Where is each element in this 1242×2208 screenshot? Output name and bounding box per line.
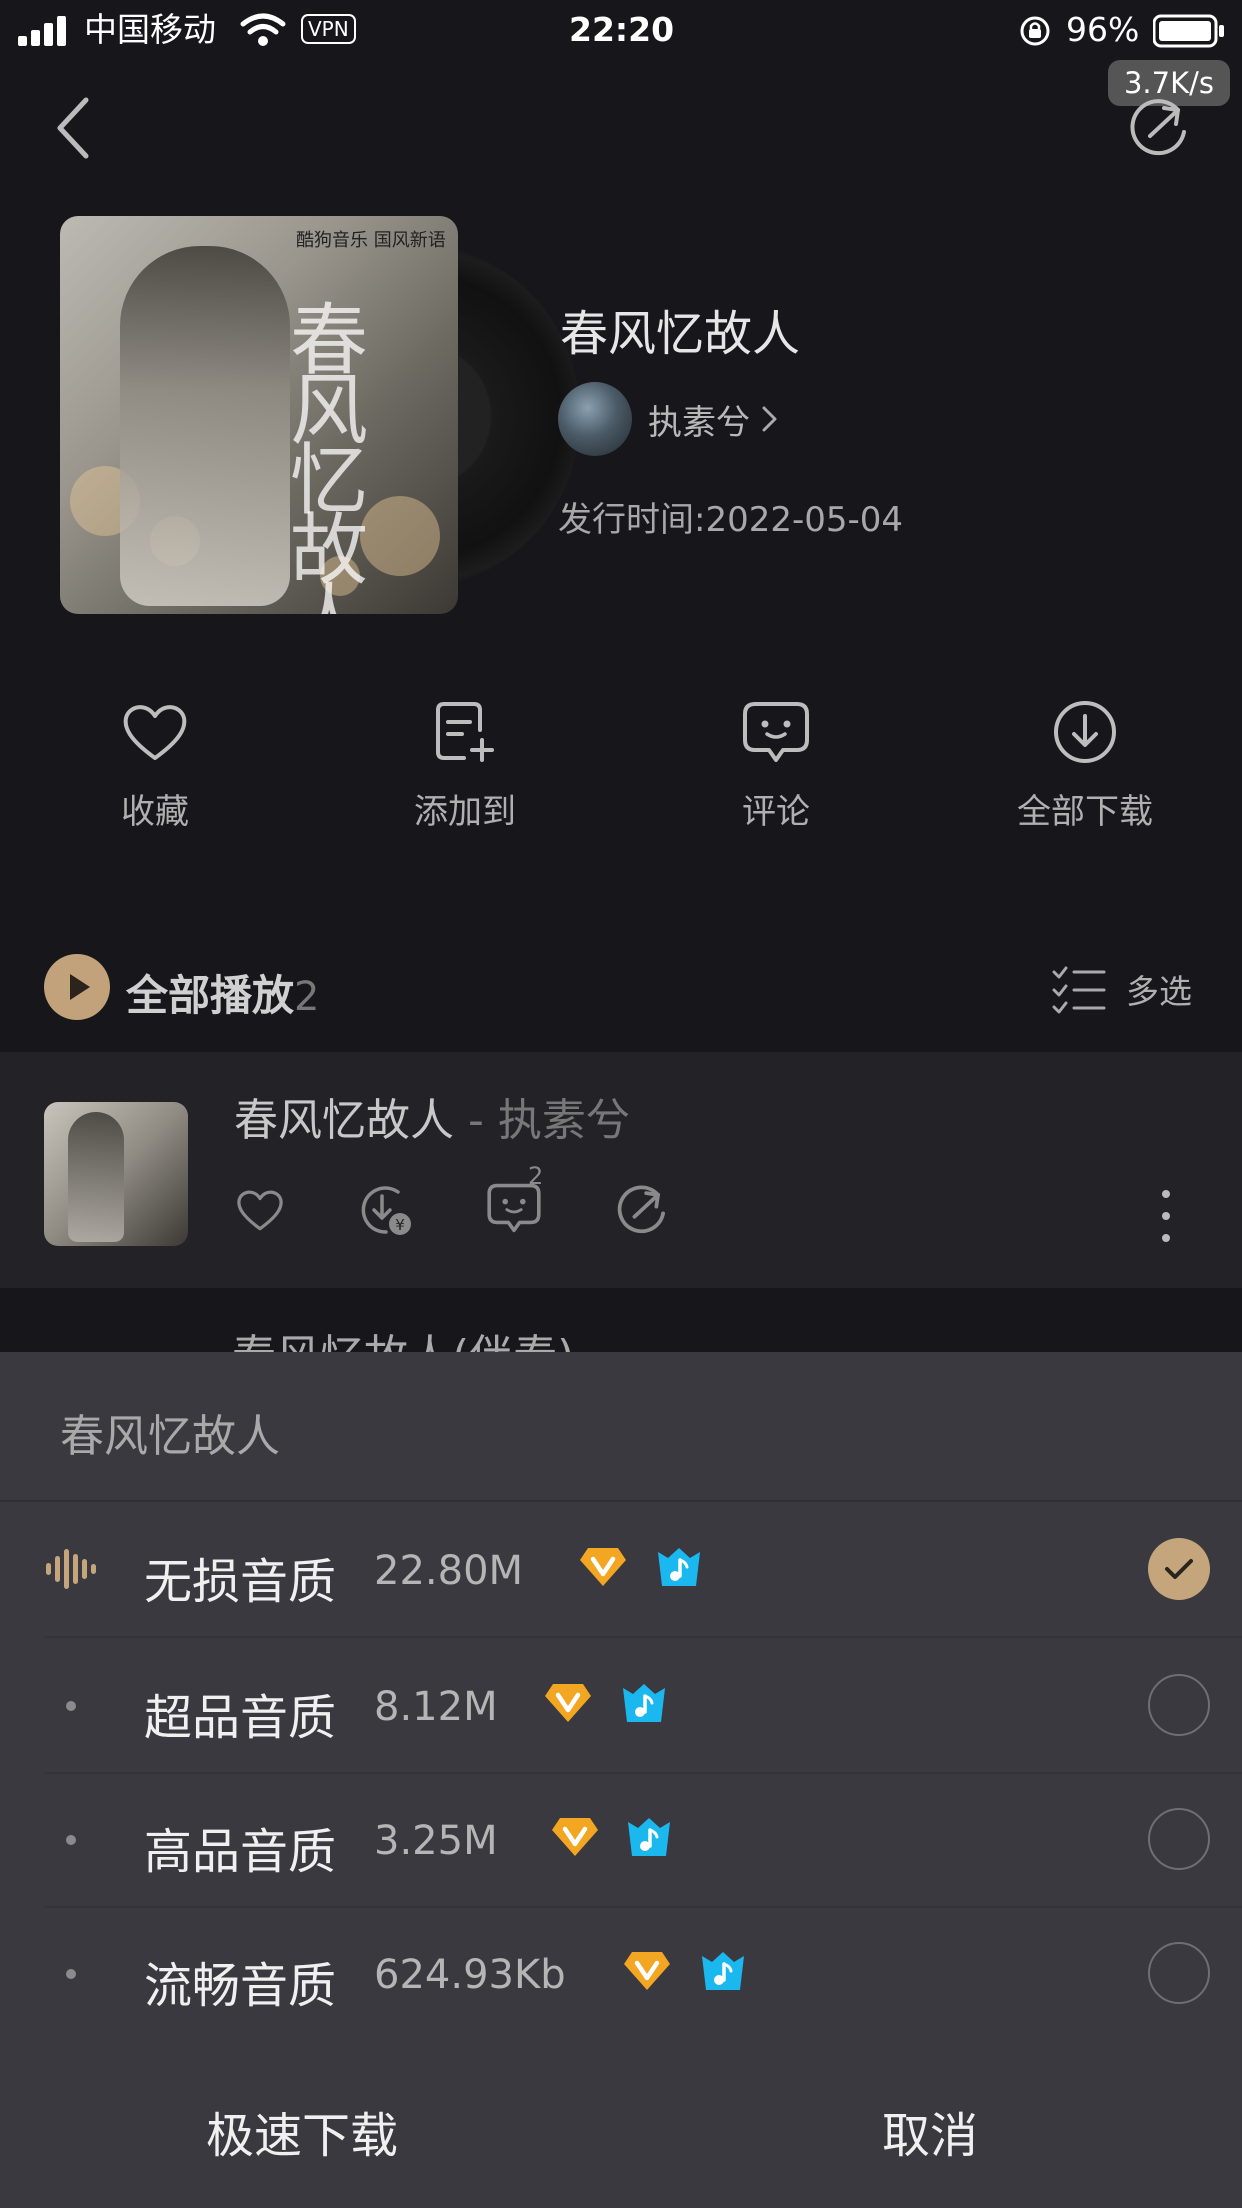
rotation-lock-icon (1020, 16, 1050, 46)
clock: 22:20 (569, 10, 675, 49)
song-separator: - (454, 1095, 498, 1146)
quality-option-high[interactable]: 高品音质 3.25M (0, 1772, 1242, 1906)
cancel-button[interactable]: 取消 (882, 2096, 978, 2166)
download-all-button[interactable]: 全部下载 (985, 700, 1185, 833)
quality-name: 流畅音质 (144, 1958, 337, 2014)
quality-radio[interactable] (1148, 1674, 1210, 1736)
battery-percent: 96% (1066, 10, 1140, 49)
quality-name: 高品音质 (144, 1824, 337, 1880)
song-row[interactable]: 春风忆故人 - 执素兮 ¥ 2 (0, 1052, 1242, 1288)
artist-link[interactable]: 执素兮 (558, 380, 782, 458)
cover-figure (120, 246, 290, 606)
quality-radio[interactable] (1148, 1942, 1210, 2004)
heart-icon (123, 705, 187, 760)
svg-text:¥: ¥ (395, 1216, 405, 1234)
carrier-label: 中国移动 (84, 10, 216, 49)
artist-name[interactable]: 执素兮 (648, 395, 750, 444)
quality-radio[interactable] (1148, 1808, 1210, 1870)
song-count: 2 (294, 974, 320, 1020)
favorite-label: 收藏 (121, 792, 189, 832)
song-comment-button[interactable]: 2 (486, 1162, 543, 1238)
avatar[interactable] (558, 382, 632, 456)
quality-option-smooth[interactable]: 流畅音质 624.93Kb (0, 1906, 1242, 2040)
quality-name: 无损音质 (144, 1554, 337, 1610)
album-title: 春风忆故人 (560, 306, 801, 362)
multi-select-label: 多选 (1126, 972, 1192, 1011)
status-bar: 中国移动 VPN 22:20 96% (0, 0, 1242, 62)
add-to-button[interactable]: 添加到 (365, 700, 565, 833)
play-all-text: 全部播放 (126, 971, 295, 1020)
vip-diamond-icon (545, 1684, 591, 1722)
music-vip-icon (702, 1952, 744, 1990)
chevron-left-icon[interactable] (54, 96, 94, 160)
download-all-label: 全部下载 (1017, 792, 1153, 832)
add-to-label: 添加到 (414, 792, 516, 832)
song-title-text: 春风忆故人 (234, 1095, 454, 1146)
checklist-icon (1052, 966, 1106, 1014)
cover-brand: 酷狗音乐 国风新语 (296, 230, 446, 251)
quality-size: 8.12M (374, 1684, 498, 1730)
play-all-button[interactable] (44, 954, 110, 1020)
music-vip-icon (658, 1548, 700, 1586)
vip-diamond-icon (624, 1952, 670, 1990)
comment-icon (743, 702, 809, 762)
checkmark-icon (1165, 1559, 1193, 1579)
release-date: 发行时间:2022-05-04 (558, 500, 904, 540)
quality-size: 624.93Kb (374, 1952, 566, 1998)
play-icon (70, 974, 90, 1000)
battery-icon (1153, 14, 1224, 48)
favorite-button[interactable]: 收藏 (55, 700, 255, 833)
quality-name: 超品音质 (144, 1690, 337, 1746)
bullet-dot (66, 1969, 76, 1979)
quality-radio-checked[interactable] (1148, 1538, 1210, 1600)
song-artist: 执素兮 (497, 1095, 630, 1146)
song-title: 春风忆故人 - 执素兮 (234, 1084, 630, 1148)
heart-icon[interactable] (234, 1187, 286, 1233)
fast-download-button[interactable]: 极速下载 (206, 2096, 398, 2166)
song-action-icons: ¥ 2 (234, 1162, 670, 1238)
quality-option-lossless[interactable]: 无损音质 22.80M (0, 1502, 1242, 1636)
album-cover-area[interactable]: 酷狗音乐 国风新语 春风忆故人 (60, 216, 580, 618)
comment-label: 评论 (742, 792, 810, 832)
quality-size: 22.80M (374, 1548, 524, 1594)
share-icon[interactable] (1128, 96, 1190, 160)
comment-count: 2 (528, 1162, 544, 1190)
signal-icon (18, 16, 66, 46)
quality-option-super[interactable]: 超品音质 8.12M (0, 1638, 1242, 1772)
chevron-right-icon (762, 406, 777, 432)
song-thumbnail (44, 1102, 188, 1246)
quality-sheet: 春风忆故人 无损音质 22.80M 超品音质 8.12M 高品音质 3.25M … (0, 1352, 1242, 2208)
paid-download-icon[interactable]: ¥ (358, 1184, 414, 1236)
music-vip-icon (628, 1818, 670, 1856)
download-icon (1054, 701, 1116, 763)
album-cover[interactable]: 酷狗音乐 国风新语 春风忆故人 (60, 216, 458, 614)
music-vip-icon (623, 1684, 665, 1722)
vip-diamond-icon (580, 1548, 626, 1586)
sheet-title: 春风忆故人 (60, 1411, 280, 1462)
bullet-dot (66, 1701, 76, 1711)
vpn-badge: VPN (301, 14, 356, 44)
quality-size: 3.25M (374, 1818, 498, 1864)
vip-diamond-icon (552, 1818, 598, 1856)
bullet-dot (66, 1835, 76, 1845)
sound-wave-icon (46, 1549, 96, 1589)
multi-select-button[interactable]: 多选 (1052, 964, 1192, 1014)
cover-calligraphy: 春风忆故人 (290, 296, 369, 614)
wifi-icon (240, 13, 286, 46)
share-icon[interactable] (614, 1183, 670, 1237)
more-options-icon[interactable] (1156, 1190, 1176, 1256)
play-all-label[interactable]: 全部播放2 (126, 962, 319, 1023)
comment-button[interactable]: 评论 (676, 700, 876, 833)
add-to-playlist-icon (436, 702, 494, 762)
